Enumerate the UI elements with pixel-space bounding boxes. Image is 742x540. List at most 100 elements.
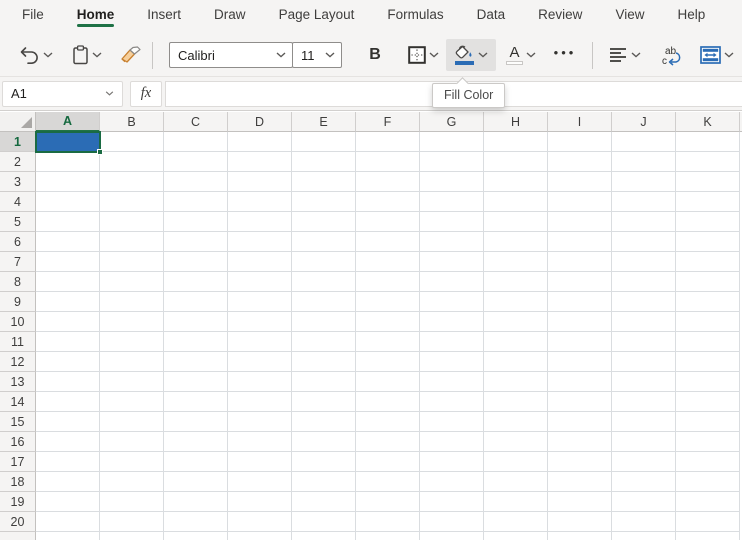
cell-e19[interactable] [292, 492, 356, 512]
cell-f6[interactable] [356, 232, 420, 252]
cell-c1[interactable] [164, 132, 228, 152]
cell-k15[interactable] [676, 412, 740, 432]
row-header-4[interactable]: 4 [0, 192, 36, 212]
cell-b18[interactable] [100, 472, 164, 492]
cell-h10[interactable] [484, 312, 548, 332]
cell-h3[interactable] [484, 172, 548, 192]
cell-g[interactable] [420, 532, 484, 540]
cell-a17[interactable] [36, 452, 100, 472]
cell-b8[interactable] [100, 272, 164, 292]
column-header-d[interactable]: D [228, 112, 292, 132]
cell-a4[interactable] [36, 192, 100, 212]
menu-item-review[interactable]: Review [538, 7, 582, 27]
cell-c5[interactable] [164, 212, 228, 232]
row-header-14[interactable]: 14 [0, 392, 36, 412]
cell-h1[interactable] [484, 132, 548, 152]
cell-h4[interactable] [484, 192, 548, 212]
menu-item-file[interactable]: File [22, 7, 44, 27]
cell-d19[interactable] [228, 492, 292, 512]
cell-h7[interactable] [484, 252, 548, 272]
cell-a2[interactable] [36, 152, 100, 172]
menu-item-home[interactable]: Home [77, 7, 115, 27]
cell-b5[interactable] [100, 212, 164, 232]
undo-button[interactable] [16, 39, 56, 71]
cell-e4[interactable] [292, 192, 356, 212]
cell-b9[interactable] [100, 292, 164, 312]
column-header-g[interactable]: G [420, 112, 484, 132]
cell-j13[interactable] [612, 372, 676, 392]
cell-f14[interactable] [356, 392, 420, 412]
cell-b12[interactable] [100, 352, 164, 372]
cell-g1[interactable] [420, 132, 484, 152]
column-header-j[interactable]: J [612, 112, 676, 132]
cell-e10[interactable] [292, 312, 356, 332]
cell-k8[interactable] [676, 272, 740, 292]
cell-f16[interactable] [356, 432, 420, 452]
cell-i1[interactable] [548, 132, 612, 152]
cell-h9[interactable] [484, 292, 548, 312]
cell-i14[interactable] [548, 392, 612, 412]
cell-e7[interactable] [292, 252, 356, 272]
fill-color-button[interactable] [446, 39, 496, 71]
cell-f2[interactable] [356, 152, 420, 172]
cell-i10[interactable] [548, 312, 612, 332]
cell-d10[interactable] [228, 312, 292, 332]
cell-k4[interactable] [676, 192, 740, 212]
cell-g11[interactable] [420, 332, 484, 352]
row-header-partial[interactable] [0, 532, 36, 540]
cell-h18[interactable] [484, 472, 548, 492]
cell-d3[interactable] [228, 172, 292, 192]
cell-j4[interactable] [612, 192, 676, 212]
cell-k9[interactable] [676, 292, 740, 312]
cell-g16[interactable] [420, 432, 484, 452]
cell-e13[interactable] [292, 372, 356, 392]
cell-d1[interactable] [228, 132, 292, 152]
cell-j17[interactable] [612, 452, 676, 472]
cell-d5[interactable] [228, 212, 292, 232]
cell-k10[interactable] [676, 312, 740, 332]
merge-center-button[interactable] [693, 39, 741, 71]
cell-e18[interactable] [292, 472, 356, 492]
cell-a16[interactable] [36, 432, 100, 452]
cell-c18[interactable] [164, 472, 228, 492]
cell-f15[interactable] [356, 412, 420, 432]
row-header-10[interactable]: 10 [0, 312, 36, 332]
cell-k19[interactable] [676, 492, 740, 512]
cell-b20[interactable] [100, 512, 164, 532]
cell-c19[interactable] [164, 492, 228, 512]
fill-handle[interactable] [97, 149, 103, 155]
cell-a19[interactable] [36, 492, 100, 512]
cell-e20[interactable] [292, 512, 356, 532]
cell-k[interactable] [676, 532, 740, 540]
cell-d14[interactable] [228, 392, 292, 412]
cell-d17[interactable] [228, 452, 292, 472]
cell-g12[interactable] [420, 352, 484, 372]
cell-h17[interactable] [484, 452, 548, 472]
cell-e17[interactable] [292, 452, 356, 472]
menu-item-insert[interactable]: Insert [147, 7, 181, 27]
cell-i17[interactable] [548, 452, 612, 472]
cell-b14[interactable] [100, 392, 164, 412]
cell-k5[interactable] [676, 212, 740, 232]
cell-i7[interactable] [548, 252, 612, 272]
cell-i20[interactable] [548, 512, 612, 532]
cell-i12[interactable] [548, 352, 612, 372]
row-header-18[interactable]: 18 [0, 472, 36, 492]
cell-c16[interactable] [164, 432, 228, 452]
menu-item-draw[interactable]: Draw [214, 7, 246, 27]
cell-d13[interactable] [228, 372, 292, 392]
cell-i18[interactable] [548, 472, 612, 492]
fx-button[interactable]: fx [130, 81, 162, 107]
cell-d16[interactable] [228, 432, 292, 452]
cell-f20[interactable] [356, 512, 420, 532]
cell-a20[interactable] [36, 512, 100, 532]
bold-button[interactable]: B [362, 39, 388, 71]
cell-d20[interactable] [228, 512, 292, 532]
cell-c2[interactable] [164, 152, 228, 172]
cell-a5[interactable] [36, 212, 100, 232]
cell-j6[interactable] [612, 232, 676, 252]
cell-h16[interactable] [484, 432, 548, 452]
cell-k12[interactable] [676, 352, 740, 372]
row-header-8[interactable]: 8 [0, 272, 36, 292]
column-header-k[interactable]: K [676, 112, 740, 132]
